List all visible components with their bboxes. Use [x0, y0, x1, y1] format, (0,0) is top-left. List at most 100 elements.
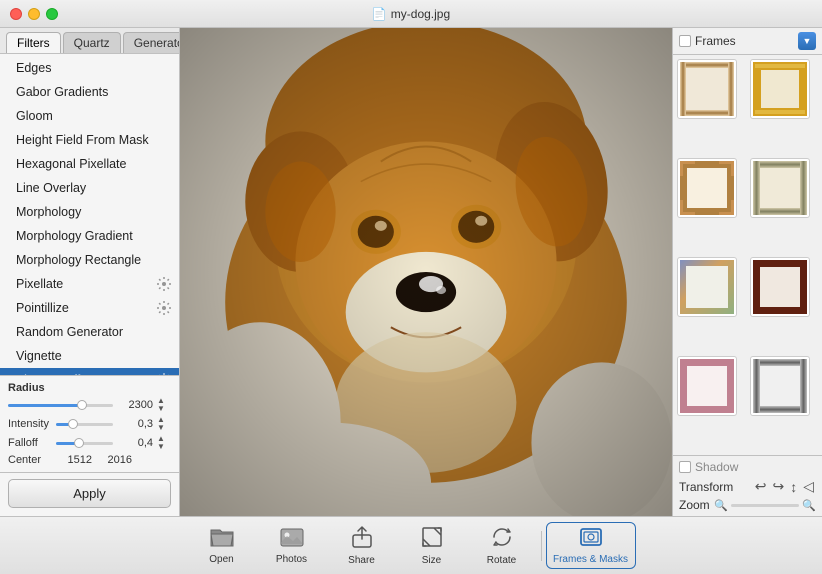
filter-item-morphology[interactable]: Morphology	[0, 200, 179, 224]
tab-generators[interactable]: Generators	[123, 32, 180, 53]
falloff-label: Falloff	[8, 437, 52, 449]
frames-masks-label: Frames & Masks	[553, 554, 628, 565]
sidebar: Filters Quartz Generators Edges Gabor Gr…	[0, 28, 180, 516]
transform-controls: ↩ ↪ ↕ ◁	[753, 478, 816, 495]
frames-masks-icon	[578, 526, 604, 552]
filter-item-morphology-gradient[interactable]: Morphology Gradient	[0, 224, 179, 248]
frames-label: Frames	[695, 34, 794, 48]
filter-item-pointillize[interactable]: Pointillize	[0, 296, 179, 320]
toolbar-share[interactable]: Share	[327, 521, 397, 570]
intensity-row: Intensity 0,3 ▲ ▼	[8, 416, 171, 432]
filter-item-hex-pixellate[interactable]: Hexagonal Pixellate	[0, 152, 179, 176]
share-icon	[350, 525, 374, 553]
frames-checkbox[interactable]	[679, 35, 691, 47]
rotate-icon	[490, 525, 514, 553]
image-area	[180, 28, 672, 516]
falloff-slider[interactable]	[56, 442, 113, 445]
toolbar-separator	[541, 531, 542, 561]
shadow-row: Shadow	[679, 460, 816, 474]
intensity-value: 0,3	[117, 418, 153, 430]
shadow-checkbox[interactable]	[679, 461, 691, 473]
falloff-down[interactable]: ▼	[157, 443, 171, 451]
frame-thumb-8[interactable]	[750, 356, 810, 416]
frame-thumb-2[interactable]	[750, 59, 810, 119]
right-panel: Frames ▼	[672, 28, 822, 516]
filter-item-vignette[interactable]: Vignette	[0, 344, 179, 368]
tab-bar: Filters Quartz Generators	[0, 28, 179, 54]
zoom-label: Zoom	[679, 498, 711, 512]
radius-slider[interactable]	[8, 404, 113, 407]
filter-item-morphology-rect[interactable]: Morphology Rectangle	[0, 248, 179, 272]
filter-item-gloom[interactable]: Gloom	[0, 104, 179, 128]
zoom-in-icon[interactable]: 🔍	[802, 499, 816, 512]
falloff-stepper[interactable]: ▲ ▼	[157, 435, 171, 451]
filter-item-height-field[interactable]: Height Field From Mask	[0, 128, 179, 152]
intensity-stepper[interactable]: ▲ ▼	[157, 416, 171, 432]
zoom-slider-container	[731, 504, 800, 507]
center-x: 1512	[56, 454, 92, 466]
transform-flip-h[interactable]: ◁	[801, 478, 816, 495]
tab-filters[interactable]: Filters	[6, 32, 61, 53]
transform-row: Transform ↩ ↪ ↕ ◁	[679, 478, 816, 495]
intensity-slider[interactable]	[56, 423, 113, 426]
apply-button[interactable]: Apply	[8, 479, 171, 508]
right-panel-bottom: Shadow Transform ↩ ↪ ↕ ◁ Zoom 🔍 🔍	[673, 455, 822, 516]
frame-thumb-3[interactable]	[677, 158, 737, 218]
traffic-lights	[10, 8, 58, 20]
photos-icon	[279, 526, 305, 552]
toolbar-frames-masks[interactable]: Frames & Masks	[546, 522, 636, 569]
radius-down[interactable]: ▼	[157, 405, 171, 413]
size-label: Size	[422, 555, 441, 566]
radius-section-label: Radius	[8, 382, 171, 394]
maximize-button[interactable]	[46, 8, 58, 20]
zoom-slider[interactable]	[731, 504, 800, 507]
filter-controls: Radius 2300 ▲ ▼ Intensity 0,3 ▲	[0, 375, 179, 472]
center-row: Center 1512 2016	[8, 454, 171, 466]
close-button[interactable]	[10, 8, 22, 20]
gear-icon-selected	[157, 373, 171, 375]
filter-item-edges[interactable]: Edges	[0, 56, 179, 80]
radius-row: 2300 ▲ ▼	[8, 397, 171, 413]
toolbar-size[interactable]: Size	[397, 521, 467, 570]
transform-redo[interactable]: ↪	[770, 478, 786, 495]
frame-thumb-6[interactable]	[750, 257, 810, 317]
titlebar: 📄 my-dog.jpg	[0, 0, 822, 28]
frames-grid	[673, 55, 822, 455]
gear-icon	[157, 277, 171, 291]
frame-thumb-1[interactable]	[677, 59, 737, 119]
radius-stepper[interactable]: ▲ ▼	[157, 397, 171, 413]
filter-item-line-overlay[interactable]: Line Overlay	[0, 176, 179, 200]
tab-quartz[interactable]: Quartz	[63, 32, 121, 53]
filter-item-vignette-effect[interactable]: Vignette Effect	[0, 368, 179, 375]
dog-image	[180, 28, 672, 516]
frame-thumb-4[interactable]	[750, 158, 810, 218]
rotate-label: Rotate	[487, 555, 516, 566]
filter-item-pixellate[interactable]: Pixellate	[0, 272, 179, 296]
window-title: 📄 my-dog.jpg	[372, 7, 450, 21]
frames-dropdown[interactable]: ▼	[798, 32, 816, 50]
zoom-row: Zoom 🔍 🔍	[679, 498, 816, 512]
toolbar-open[interactable]: Open	[187, 522, 257, 569]
falloff-row: Falloff 0,4 ▲ ▼	[8, 435, 171, 451]
frame-thumb-5[interactable]	[677, 257, 737, 317]
frame-thumb-7[interactable]	[677, 356, 737, 416]
minimize-button[interactable]	[28, 8, 40, 20]
transform-undo[interactable]: ↩	[753, 478, 769, 495]
filter-item-gabor[interactable]: Gabor Gradients	[0, 80, 179, 104]
transform-flip-v[interactable]: ↕	[788, 479, 799, 495]
intensity-down[interactable]: ▼	[157, 424, 171, 432]
intensity-label: Intensity	[8, 418, 52, 430]
open-folder-icon	[209, 526, 235, 552]
apply-area: Apply	[0, 472, 179, 516]
frames-header: Frames ▼	[673, 28, 822, 55]
center-label: Center	[8, 454, 52, 466]
transform-label: Transform	[679, 480, 733, 494]
zoom-out-icon[interactable]: 🔍	[714, 499, 728, 512]
filter-list: Edges Gabor Gradients Gloom Height Field…	[0, 54, 179, 375]
photos-label: Photos	[276, 554, 307, 565]
toolbar-photos[interactable]: Photos	[257, 522, 327, 569]
toolbar-rotate[interactable]: Rotate	[467, 521, 537, 570]
falloff-value: 0,4	[117, 437, 153, 449]
filter-item-random-generator[interactable]: Random Generator	[0, 320, 179, 344]
bottom-toolbar: Open Photos Share	[0, 516, 822, 574]
